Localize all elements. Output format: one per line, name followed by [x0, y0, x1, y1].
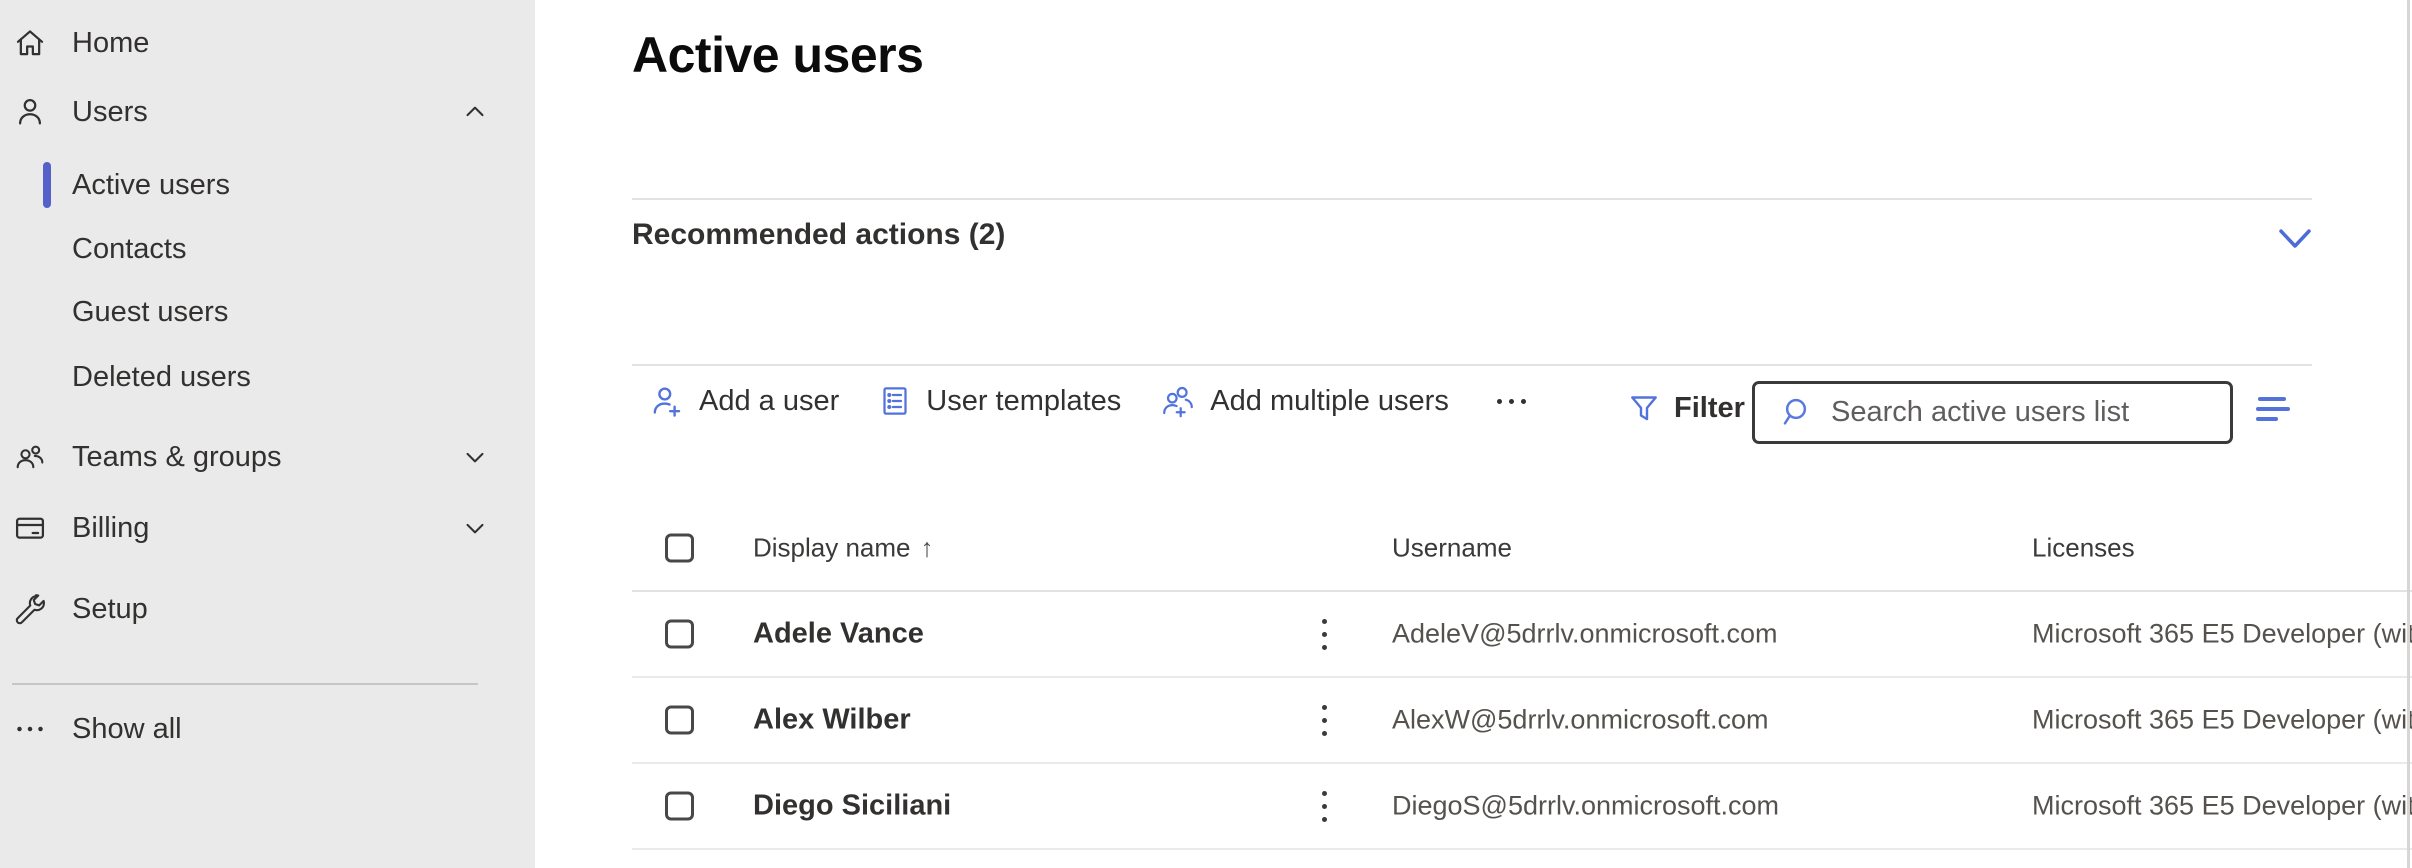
add-user-icon [648, 382, 686, 420]
table-row[interactable]: Adele Vance AdeleV@5drrlv.onmicrosoft.co… [632, 592, 2412, 678]
sidebar-item-label: Contacts [72, 233, 186, 266]
sidebar-item-guest-users[interactable]: Guest users [0, 283, 535, 341]
wrench-icon [10, 589, 50, 629]
home-icon [10, 23, 50, 63]
people-icon [10, 437, 50, 477]
sidebar-item-users[interactable]: Users [0, 80, 535, 144]
chevron-down-icon[interactable] [457, 510, 493, 546]
column-header-username[interactable]: Username [1392, 533, 1512, 564]
row-more-actions-button[interactable] [1304, 783, 1344, 829]
licenses-cell: Microsoft 365 E5 Developer (withou [2032, 791, 2412, 822]
sidebar-item-setup[interactable]: Setup [0, 577, 535, 641]
more-actions-button[interactable] [1487, 381, 1536, 421]
table-row[interactable]: Diego Siciliani DiegoS@5drrlv.onmicrosof… [632, 764, 2412, 850]
column-header-licenses[interactable]: Licenses [2032, 533, 2135, 564]
add-multiple-users-icon [1159, 382, 1197, 420]
add-user-button[interactable]: Add a user [648, 382, 839, 420]
section-divider [632, 364, 2312, 366]
search-box[interactable] [1752, 381, 2233, 444]
sidebar-item-label: Deleted users [72, 361, 251, 394]
sort-lines-icon[interactable] [2254, 394, 2294, 428]
row-more-actions-button[interactable] [1304, 697, 1344, 743]
sidebar-item-label: Home [72, 27, 149, 60]
sidebar-item-show-all[interactable]: Show all [0, 697, 535, 761]
sidebar-item-label: Billing [72, 512, 149, 545]
username-cell: AdeleV@5drrlv.onmicrosoft.com [1392, 619, 1778, 650]
sidebar-item-label: Guest users [72, 296, 228, 329]
page-title: Active users [632, 26, 923, 84]
actions-toolbar: Add a user User templates [648, 372, 1536, 430]
user-templates-icon [877, 383, 913, 419]
chevron-down-icon[interactable] [457, 439, 493, 475]
filter-button[interactable]: Filter [1626, 378, 1745, 438]
sidebar-item-billing[interactable]: Billing [0, 496, 535, 560]
display-name-cell[interactable]: Adele Vance [753, 618, 924, 651]
table-row[interactable]: Alex Wilber AlexW@5drrlv.onmicrosoft.com… [632, 678, 2412, 764]
sidebar-divider [12, 683, 478, 685]
scrollbar-track[interactable] [2407, 0, 2410, 868]
sidebar-item-home[interactable]: Home [0, 11, 535, 75]
user-templates-button[interactable]: User templates [877, 383, 1121, 419]
user-templates-label: User templates [926, 385, 1121, 418]
sidebar-item-deleted-users[interactable]: Deleted users [0, 348, 535, 406]
chevron-up-icon[interactable] [457, 94, 493, 130]
row-checkbox[interactable] [665, 706, 694, 735]
sort-ascending-icon: ↑ [921, 533, 934, 563]
sidebar-nav: Home Users Active users Contacts [0, 0, 535, 868]
row-checkbox[interactable] [665, 792, 694, 821]
selected-indicator [43, 162, 51, 208]
filter-funnel-icon [1626, 390, 1662, 426]
ellipsis-icon [1497, 399, 1502, 404]
row-checkbox[interactable] [665, 620, 694, 649]
row-more-actions-button[interactable] [1304, 611, 1344, 657]
m365-admin-active-users-page: Home Users Active users Contacts [0, 0, 2412, 868]
search-input[interactable] [1831, 396, 2214, 429]
sidebar-item-label: Users [72, 96, 148, 129]
sidebar-item-label: Setup [72, 593, 148, 626]
sidebar-item-teams-groups[interactable]: Teams & groups [0, 425, 535, 489]
select-all-checkbox[interactable] [665, 534, 694, 563]
filter-label: Filter [1674, 392, 1745, 425]
ellipsis-icon [10, 709, 50, 749]
licenses-cell: Microsoft 365 E5 Developer (withou [2032, 619, 2412, 650]
recommended-actions-header[interactable]: Recommended actions (2) [632, 218, 1005, 252]
column-header-display-name[interactable]: Display name↑ [753, 533, 934, 564]
add-user-label: Add a user [699, 385, 839, 418]
chevron-down-icon[interactable] [2274, 222, 2316, 256]
search-icon [1775, 393, 1815, 433]
username-cell: AlexW@5drrlv.onmicrosoft.com [1392, 705, 1768, 736]
sidebar-item-label: Show all [72, 713, 182, 746]
sidebar-item-label: Active users [72, 169, 230, 202]
display-name-cell[interactable]: Alex Wilber [753, 704, 911, 737]
credit-card-icon [10, 508, 50, 548]
display-name-cell[interactable]: Diego Siciliani [753, 790, 951, 823]
add-multiple-users-button[interactable]: Add multiple users [1159, 382, 1449, 420]
username-cell: DiegoS@5drrlv.onmicrosoft.com [1392, 791, 1779, 822]
sidebar-item-contacts[interactable]: Contacts [0, 220, 535, 278]
licenses-cell: Microsoft 365 E5 Developer (withou [2032, 705, 2412, 736]
sidebar-item-active-users[interactable]: Active users [0, 156, 535, 214]
table-header-row: Display name↑ Username Licenses [632, 506, 2412, 592]
section-divider [632, 198, 2312, 200]
sidebar-item-label: Teams & groups [72, 441, 282, 474]
person-icon [10, 92, 50, 132]
add-multiple-users-label: Add multiple users [1210, 385, 1449, 418]
